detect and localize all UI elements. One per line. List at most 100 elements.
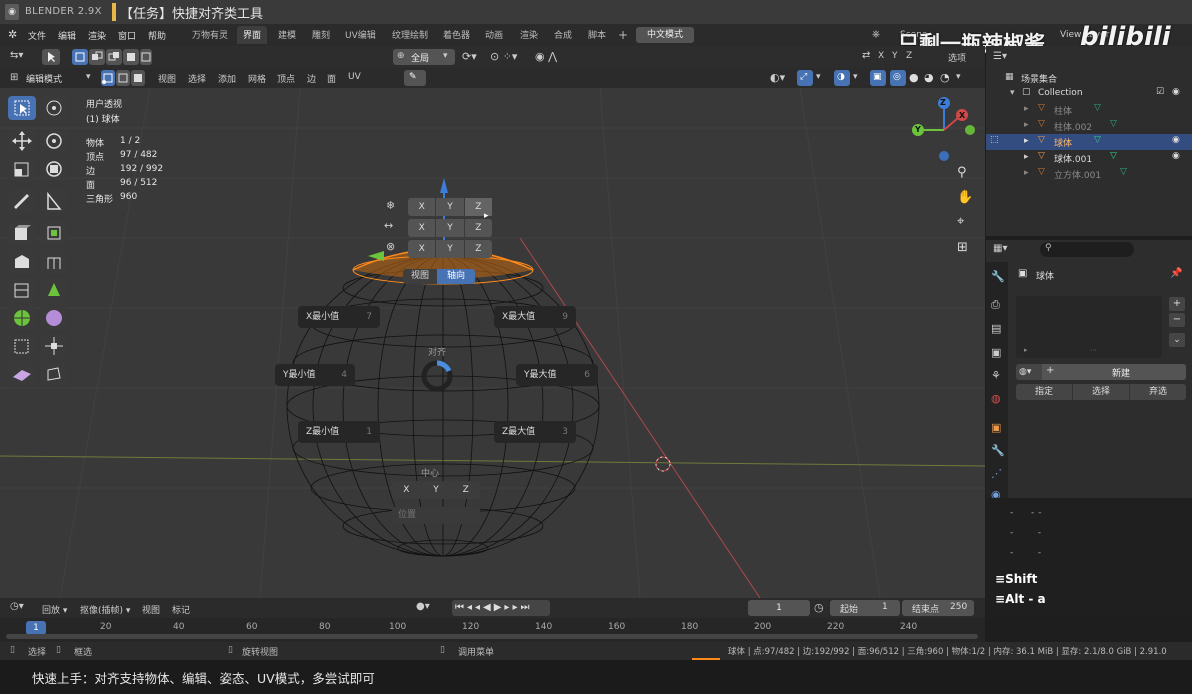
- spin-tool[interactable]: [40, 306, 68, 330]
- select-extend-button[interactable]: [89, 49, 105, 65]
- pan-hand-icon[interactable]: ✋: [957, 190, 973, 205]
- y-min-button[interactable]: Y最小值 4: [275, 364, 355, 386]
- expand-arrow-icon[interactable]: ▸: [1024, 104, 1029, 114]
- tab-sculpting[interactable]: 雕刻: [306, 26, 336, 44]
- rotate-tool[interactable]: [40, 129, 68, 153]
- tab-shading[interactable]: 着色器: [437, 26, 476, 44]
- scene-tab-icon[interactable]: ⚘: [991, 369, 1001, 382]
- tab-layout[interactable]: 界面: [237, 26, 268, 44]
- mirror-icon[interactable]: ⇄: [862, 50, 870, 61]
- bevel-tool[interactable]: [40, 250, 68, 274]
- y-max-button[interactable]: Y最大值 6: [516, 364, 598, 386]
- pivot-icon[interactable]: ⟳▾: [462, 50, 477, 63]
- axis-z-button[interactable]: Z: [465, 240, 492, 258]
- select-tool-button[interactable]: [42, 49, 60, 65]
- assign-button[interactable]: 指定: [1016, 384, 1073, 400]
- transform-tool[interactable]: [40, 157, 68, 181]
- clock-icon[interactable]: ◷: [814, 601, 824, 614]
- expand-arrow-icon[interactable]: ▸: [1024, 120, 1029, 130]
- axis-z-button[interactable]: Z: [465, 219, 492, 237]
- chevron-down-icon[interactable]: ▾: [816, 72, 821, 82]
- select-intersect-button[interactable]: [140, 49, 152, 65]
- add-workspace-icon[interactable]: +: [618, 28, 628, 42]
- start-frame-field[interactable]: 起始 1: [830, 600, 900, 616]
- pin-icon[interactable]: 📌: [1170, 268, 1182, 279]
- center-x-button[interactable]: X: [392, 481, 422, 499]
- end-frame-field[interactable]: 结束点 250: [902, 600, 974, 616]
- tab-axis[interactable]: 轴向: [437, 269, 475, 284]
- expand-arrow-icon[interactable]: ▸: [1024, 136, 1029, 146]
- material-slot-list[interactable]: ▸ ⋯: [1016, 296, 1162, 358]
- scene-icon[interactable]: ⎈: [872, 29, 880, 40]
- axis-x-button[interactable]: X: [408, 219, 437, 237]
- eye-icon[interactable]: ◉: [1172, 151, 1180, 161]
- tab-compositing[interactable]: 合成: [548, 26, 578, 44]
- smooth-tool[interactable]: [8, 334, 36, 358]
- menu-select[interactable]: 选择: [188, 72, 206, 85]
- current-frame-field[interactable]: 1: [748, 600, 810, 616]
- x-min-button[interactable]: X最小值 7: [298, 306, 380, 328]
- select-subtract-button[interactable]: [106, 49, 122, 65]
- axis-y-button[interactable]: Y: [436, 198, 465, 216]
- menu-vertex[interactable]: 顶点: [277, 72, 295, 85]
- zoom-icon[interactable]: ⚲: [957, 165, 967, 180]
- tool-tab-icon[interactable]: 🔧: [991, 270, 1005, 283]
- resize-handle-icon[interactable]: ⋯: [1090, 346, 1097, 354]
- vertex-select-button[interactable]: [101, 70, 115, 86]
- expand-arrow-icon[interactable]: ▸: [1024, 152, 1029, 162]
- eye-icon[interactable]: ◉: [1172, 87, 1180, 97]
- slot-menu-button[interactable]: ⌄: [1169, 333, 1185, 347]
- playhead[interactable]: 1: [26, 621, 46, 635]
- select-box-tool[interactable]: [8, 96, 36, 120]
- orientation-dropdown[interactable]: ⊕ 全局 ▾: [393, 49, 455, 65]
- menu-render[interactable]: 渲染: [88, 29, 106, 42]
- axis-y-button[interactable]: Y: [436, 219, 465, 237]
- menu-mesh[interactable]: 网格: [248, 72, 266, 85]
- new-material-button[interactable]: + 新建: [1042, 364, 1186, 380]
- tab-wanwu[interactable]: 万物有灵: [186, 26, 234, 44]
- menu-uv[interactable]: UV: [348, 72, 361, 82]
- outliner-row[interactable]: ▸ ▽ 球体.001 ▽ ◉: [986, 150, 1192, 166]
- menu-face[interactable]: 面: [327, 72, 336, 85]
- annotate-tool[interactable]: [8, 189, 36, 213]
- tab-scripting[interactable]: 脚本: [582, 26, 612, 44]
- material-shading-icon[interactable]: ◕: [924, 71, 934, 84]
- cursor-tool[interactable]: [40, 96, 68, 120]
- edge-slide-tool[interactable]: [40, 334, 68, 358]
- tab-rendering[interactable]: 渲染: [514, 26, 544, 44]
- face-select-button[interactable]: [131, 70, 145, 86]
- modifier-tab-icon[interactable]: 🔧: [991, 444, 1005, 457]
- menu-file[interactable]: 文件: [28, 29, 46, 42]
- menu-view[interactable]: 视图: [158, 72, 176, 85]
- marker-menu[interactable]: 标记: [172, 603, 190, 616]
- remove-slot-button[interactable]: −: [1169, 313, 1185, 327]
- position-field[interactable]: 位置: [392, 507, 480, 524]
- outliner-type-icon[interactable]: ☰▾: [993, 51, 1007, 62]
- z-min-button[interactable]: Z最小值 1: [298, 421, 380, 443]
- shrink-fatten-tool[interactable]: [8, 362, 36, 386]
- axis-x-button[interactable]: X: [408, 198, 437, 216]
- checkbox-icon[interactable]: ☑: [1156, 87, 1164, 97]
- properties-type-icon[interactable]: ▦▾: [993, 243, 1007, 254]
- x-max-button[interactable]: X最大值 9: [494, 306, 576, 328]
- menu-add[interactable]: 添加: [218, 72, 236, 85]
- language-button[interactable]: 中文模式: [636, 27, 694, 43]
- mirror-z[interactable]: Z: [906, 51, 912, 61]
- options-dropdown[interactable]: 选项: [948, 51, 966, 64]
- timeline-scrollbar[interactable]: [6, 634, 978, 639]
- tab-modeling[interactable]: 建模: [272, 26, 302, 44]
- properties-search[interactable]: ⚲: [1040, 242, 1134, 257]
- add-cube-tool[interactable]: [8, 221, 36, 245]
- tab-texture-paint[interactable]: 纹理绘制: [386, 26, 434, 44]
- world-tab-icon[interactable]: ◍: [991, 392, 1001, 405]
- edge-select-button[interactable]: [116, 70, 130, 86]
- playback-controls[interactable]: ⏮◂◂◀▶▸▸⏭: [452, 600, 550, 616]
- select-invert-button[interactable]: [123, 49, 139, 65]
- mirror-y[interactable]: Y: [892, 51, 898, 61]
- add-slot-button[interactable]: +: [1169, 297, 1185, 311]
- move-tool[interactable]: [8, 129, 36, 153]
- chevron-down-icon[interactable]: ▾: [956, 72, 961, 82]
- outliner-row[interactable]: ▸ ▽ 立方体.001 ▽: [986, 166, 1192, 182]
- eye-icon[interactable]: ◉: [1172, 135, 1180, 145]
- measure-tool[interactable]: [40, 189, 68, 213]
